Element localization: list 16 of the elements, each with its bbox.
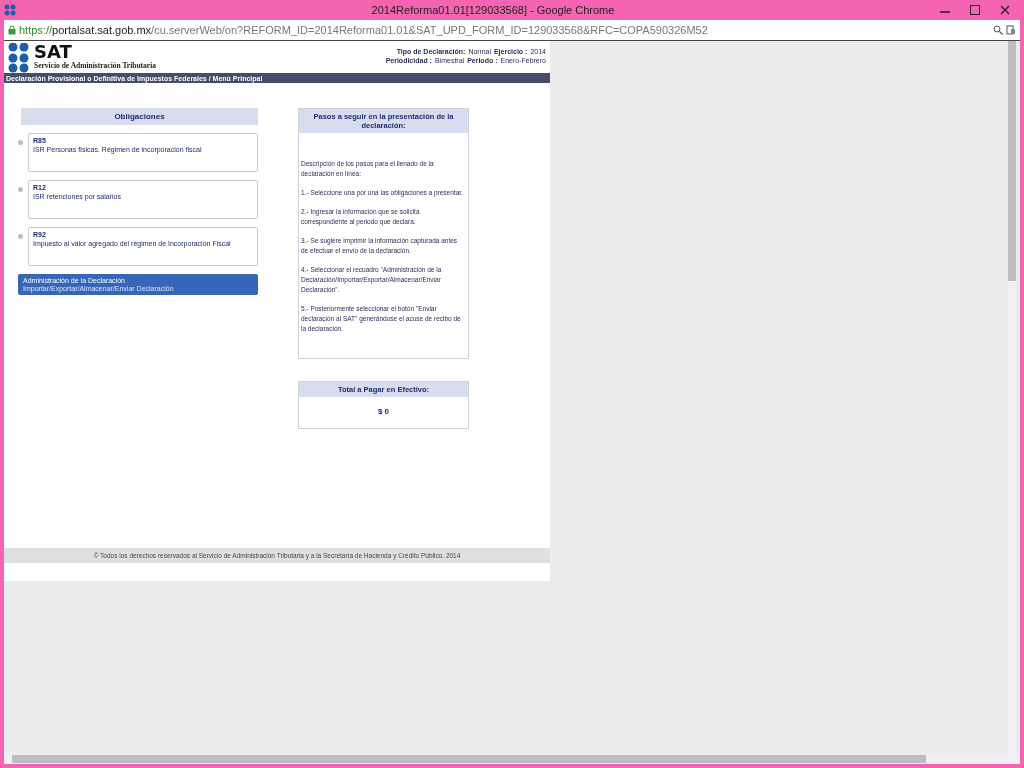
bullet-icon (18, 234, 23, 239)
logo-icon (8, 43, 30, 73)
window-title: 2014Reforma01.01[129033568] - Google Chrome (370, 4, 616, 16)
bullet-icon (18, 187, 23, 192)
vertical-scrollbar[interactable] (1008, 41, 1016, 754)
logo-text: SAT (34, 43, 73, 61)
maximize-icon[interactable] (969, 4, 981, 16)
close-icon[interactable] (999, 4, 1011, 16)
app-icon (4, 4, 16, 16)
bullet-icon (18, 140, 23, 145)
page-icon[interactable] (1006, 25, 1016, 35)
horizontal-scrollbar[interactable] (4, 754, 1020, 764)
section-header: Obligaciones (21, 108, 258, 125)
zoom-icon[interactable] (993, 25, 1003, 35)
lock-icon (8, 25, 16, 35)
total-amount: $ 0 (376, 406, 391, 418)
